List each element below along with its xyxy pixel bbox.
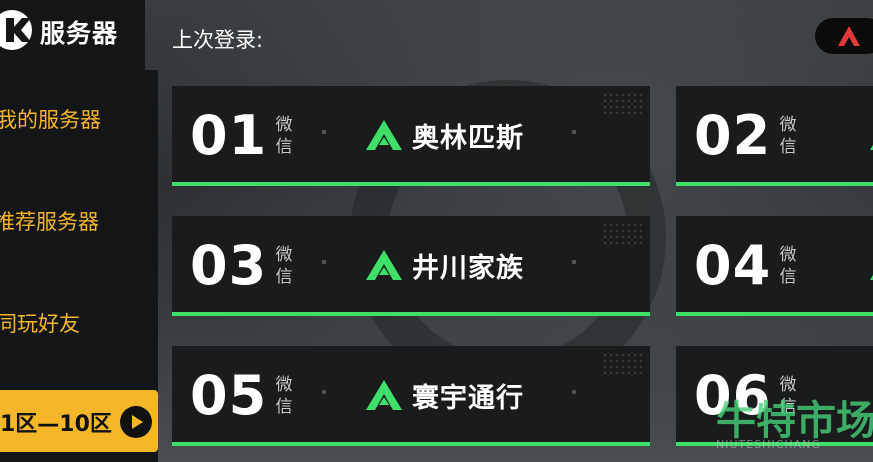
green-a-icon bbox=[870, 145, 873, 150]
card-dot bbox=[322, 130, 326, 134]
watermark-subtext: NIUTESHICHANG bbox=[716, 438, 821, 451]
server-number: 04 bbox=[694, 234, 772, 297]
play-icon[interactable] bbox=[120, 406, 152, 438]
sidebar-item-friends[interactable]: 同玩好友 bbox=[0, 308, 80, 338]
server-card-03[interactable]: 03 微信 井川家族 bbox=[172, 216, 650, 316]
server-platform: 微信 bbox=[779, 115, 797, 157]
server-platform: 微信 bbox=[275, 245, 293, 287]
server-number: 01 bbox=[190, 104, 268, 167]
last-login-label: 上次登录: bbox=[172, 28, 264, 52]
logo-bar: 服务器 bbox=[0, 0, 145, 70]
server-name: 寰宇通行 bbox=[412, 383, 524, 414]
last-login-server-badge[interactable] bbox=[815, 18, 873, 54]
card-dots-decoration bbox=[602, 222, 642, 244]
zone-range-label: 1区—10区 bbox=[0, 412, 112, 437]
server-name: 井川家族 bbox=[412, 253, 524, 284]
card-dot bbox=[572, 390, 576, 394]
green-a-icon bbox=[366, 250, 402, 280]
server-number: 05 bbox=[190, 364, 268, 427]
server-platform: 微信 bbox=[275, 115, 293, 157]
card-dots-decoration bbox=[602, 352, 642, 374]
card-dot bbox=[322, 390, 326, 394]
page-title: 服务器 bbox=[40, 19, 119, 48]
card-dots-decoration bbox=[602, 92, 642, 114]
sidebar: 我的服务器 推荐服务器 同玩好友 1区—10区 bbox=[0, 70, 158, 462]
card-dot bbox=[322, 260, 326, 264]
server-number: 02 bbox=[694, 104, 772, 167]
server-number: 03 bbox=[190, 234, 268, 297]
green-a-icon bbox=[366, 380, 402, 410]
k-logo-icon bbox=[0, 10, 32, 50]
card-dot bbox=[572, 260, 576, 264]
server-card-04[interactable]: 04 微信 bbox=[676, 216, 873, 316]
card-dot bbox=[572, 130, 576, 134]
server-card-01[interactable]: 01 微信 奥林匹斯 bbox=[172, 86, 650, 186]
sidebar-item-recommended-servers[interactable]: 推荐服务器 bbox=[0, 206, 99, 236]
sidebar-item-my-servers[interactable]: 我的服务器 bbox=[0, 104, 101, 134]
green-a-icon bbox=[366, 120, 402, 150]
server-platform: 微信 bbox=[275, 375, 293, 417]
red-a-icon bbox=[838, 26, 860, 46]
zone-range-button[interactable]: 1区—10区 bbox=[0, 390, 158, 452]
green-a-icon bbox=[870, 275, 873, 280]
server-name: 奥林匹斯 bbox=[412, 123, 524, 154]
server-platform: 微信 bbox=[779, 245, 797, 287]
server-card-05[interactable]: 05 微信 寰宇通行 bbox=[172, 346, 650, 446]
server-card-02[interactable]: 02 微信 bbox=[676, 86, 873, 186]
